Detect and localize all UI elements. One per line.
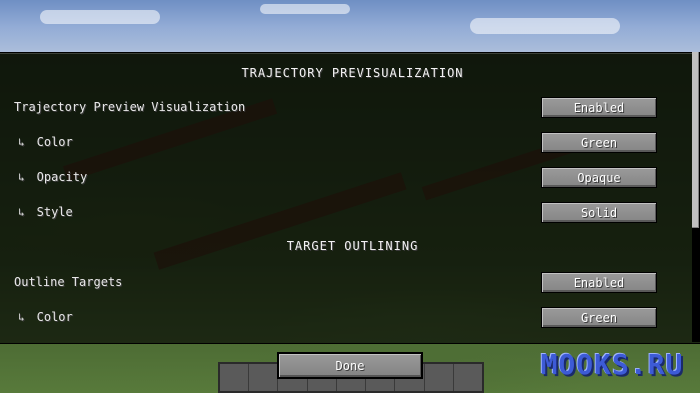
sky-background [0, 0, 700, 60]
trajectory-color-button[interactable]: Green [541, 132, 657, 153]
done-button[interactable]: Done [277, 352, 423, 379]
outline-color-button[interactable]: Green [541, 307, 657, 328]
hotbar-slot [425, 364, 454, 391]
outline-targets-toggle-button[interactable]: Enabled [541, 272, 657, 293]
option-label-text: Trajectory Preview Visualization [14, 100, 246, 114]
option-label-trajectory-preview: Trajectory Preview Visualization [14, 100, 245, 114]
option-label-trajectory-color: ↳ Color [18, 135, 73, 149]
hotbar-slot [249, 364, 279, 391]
trajectory-opacity-button[interactable]: Opaque [541, 167, 657, 188]
hotbar-slot [454, 364, 482, 391]
option-label-trajectory-opacity: ↳ Opacity [18, 170, 87, 184]
cloud [260, 4, 350, 14]
sub-arrow-icon: ↳ [18, 170, 25, 184]
sub-arrow-icon: ↳ [18, 135, 25, 149]
section-header-target-outlining: TARGET OUTLINING [286, 239, 419, 253]
scrollbar-thumb[interactable] [692, 52, 699, 228]
section-header-trajectory: TRAJECTORY PREVISUALIZATION [241, 66, 464, 80]
option-label-text: Color [36, 135, 73, 149]
cloud [40, 10, 160, 24]
trajectory-style-button[interactable]: Solid [541, 202, 657, 223]
option-label-outline-targets: Outline Targets [14, 275, 122, 289]
option-label-outline-color: ↳ Color [18, 310, 73, 324]
sub-arrow-icon: ↳ [18, 205, 25, 219]
hotbar-slot [220, 364, 250, 391]
sub-arrow-icon: ↳ [18, 310, 25, 324]
option-label-trajectory-style: ↳ Style [18, 205, 73, 219]
cloud [470, 18, 620, 34]
option-label-text: Style [36, 205, 73, 219]
option-label-text: Opacity [36, 170, 88, 184]
trajectory-preview-toggle-button[interactable]: Enabled [541, 97, 657, 118]
option-label-text: Color [36, 310, 73, 324]
watermark-logo: MOOKS.RU [540, 347, 684, 381]
option-label-text: Outline Targets [14, 275, 123, 289]
options-list-panel [0, 52, 700, 344]
